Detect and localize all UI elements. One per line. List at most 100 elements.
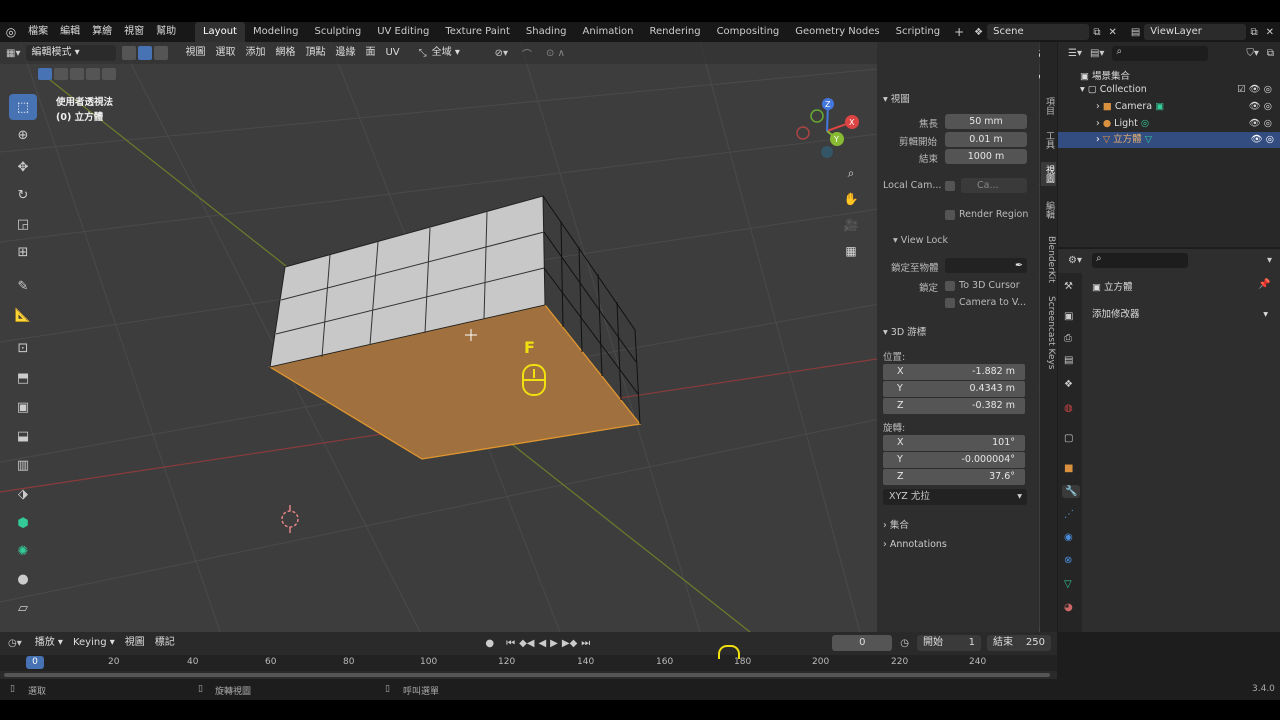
playhead-frame[interactable]: 0 [26,656,44,669]
properties-search-field[interactable]: ⌕ [1091,252,1188,268]
new-collection-icon[interactable]: ⧉ [1267,48,1280,59]
zoom-icon[interactable]: ⌕ [842,166,860,184]
menu-window[interactable]: 視窗 [118,22,150,42]
timeline-editor-icon[interactable]: ◷▾ [0,638,30,649]
delete-view-layer-icon[interactable]: ✕ [1262,27,1280,38]
modifier-tab-icon[interactable]: 🔧 [1062,485,1081,498]
tab-geometry-nodes[interactable]: Geometry Nodes [787,22,887,42]
menu-add[interactable]: 添加 [240,45,270,61]
pin-icon[interactable]: 📌 [1258,279,1270,290]
particles-tab-icon[interactable]: ⋰ [1064,509,1074,520]
clip-end-field[interactable]: 1000 m [945,149,1027,164]
physics-tab-icon[interactable]: ◉ [1064,532,1073,543]
view-layer-tab-icon[interactable]: ▤ [1064,355,1073,366]
tab-sculpting[interactable]: Sculpting [306,22,369,42]
menu-mesh[interactable]: 網格 [270,45,300,61]
output-tab-icon[interactable]: ⎙ [1064,333,1072,344]
timeline-ruler[interactable]: 0 20 40 60 80 100 120 140 160 180 200 22… [0,645,1057,671]
inset-tool[interactable]: ▣ [9,394,37,420]
editor-type-icon[interactable]: ▦▾ [0,48,26,59]
select-invert-icon[interactable] [86,68,100,80]
pan-icon[interactable]: ✋ [842,192,860,210]
menu-uv[interactable]: UV [380,45,404,61]
cursor-rotation-z[interactable]: Z 37.6° [883,469,1025,485]
tab-rendering[interactable]: Rendering [642,22,709,42]
cursor-rotation-x[interactable]: X 101° [883,435,1025,451]
view-layer-icon[interactable]: ▤ [1127,27,1144,38]
menu-render[interactable]: 算繪 [86,22,118,42]
vertex-select-icon[interactable] [122,46,137,60]
outliner-editor-icon[interactable]: ☰▾ [1068,48,1082,59]
move-tool[interactable]: ✥ [9,154,37,180]
tab-modeling[interactable]: Modeling [245,22,307,42]
bevel-tool[interactable]: ⬓ [9,423,37,449]
ortho-toggle-icon[interactable]: ▦ [842,244,860,262]
view-lock-header[interactable]: ▾ View Lock [893,235,948,246]
outliner-search-field[interactable]: ⌕ [1112,45,1209,61]
tab-texture-paint[interactable]: Texture Paint [437,22,518,42]
data-tab-icon[interactable]: ▽ [1064,579,1072,590]
scale-tool[interactable]: ◲ [9,211,37,237]
tab-scripting[interactable]: Scripting [888,22,948,42]
smooth-tool[interactable]: ● [9,566,37,592]
render-region-option[interactable]: Render Region [945,209,1028,220]
timeline-scrollbar[interactable] [4,673,1050,677]
scene-collection-row[interactable]: ▣ 場景集合 [1080,68,1130,82]
display-mode-icon[interactable]: ▤▾ [1090,48,1104,59]
menu-playback[interactable]: 播放 ▾ [30,635,68,651]
camera-view-icon[interactable]: 🎥 [842,218,860,236]
properties-editor-icon[interactable]: ⚙▾ [1068,255,1082,266]
local-camera-checkbox[interactable] [945,181,955,191]
poly-build-tool[interactable]: ⬢ [9,510,37,536]
collection-tab-icon[interactable]: ▢ [1064,433,1073,444]
play-icon[interactable]: ▶ [548,638,560,649]
camera-data-icon[interactable]: ▣ [1155,101,1164,112]
outliner-item-cube[interactable]: › ▽ 立方體 ▽ 👁 ◎ [1058,132,1280,148]
measure-tool[interactable]: 📐 [9,302,37,328]
loop-cut-tool[interactable]: ▥ [9,452,37,478]
proportional-edit-icon[interactable]: ⊙ ∧ [546,48,565,59]
tab-layout[interactable]: Layout [194,22,245,42]
outliner-item-light[interactable]: › ● Light ◎ 👁 ◎ [1096,118,1278,129]
menu-face[interactable]: 面 [360,45,380,61]
collections-section-header[interactable]: › 集合 [883,517,909,531]
material-tab-icon[interactable]: ◕ [1064,602,1073,613]
menu-help[interactable]: 幫助 [150,22,182,42]
render-tab-icon[interactable]: ▣ [1064,311,1073,322]
menu-file[interactable]: 檔案 [22,22,54,42]
jump-start-icon[interactable]: ⏮ [504,638,517,649]
start-frame-field[interactable]: 開始 1 [917,635,981,651]
jump-end-icon[interactable]: ⏭ [579,638,592,649]
knife-tool[interactable]: ⬗ [9,481,37,507]
lock-object-field[interactable]: ✒ [945,258,1027,273]
select-box-tool[interactable]: ⬚ [9,94,37,120]
outliner-item-camera[interactable]: › ■ Camera ▣ 👁 ◎ [1096,101,1278,112]
transform-orientation-select[interactable]: 全域 ▾ [427,45,489,61]
scene-tab-icon[interactable]: ❖ [1064,379,1073,390]
tab-item[interactable]: 項目 [1041,94,1056,118]
face-select-icon[interactable] [154,46,169,60]
new-scene-icon[interactable]: ⧉ [1089,27,1104,38]
menu-select[interactable]: 選取 [210,45,240,61]
object-tab-icon[interactable]: ■ [1064,463,1073,474]
rotate-tool[interactable]: ↻ [9,182,37,208]
tab-view[interactable]: 視圖 [1041,162,1056,186]
annotations-section-header[interactable]: › Annotations [883,539,947,550]
snap-icon[interactable]: ⌒ [522,46,532,61]
blender-logo-icon[interactable]: ◎ [0,25,22,39]
constraints-tab-icon[interactable]: ⊗ [1064,555,1072,566]
camera-to-view-option[interactable]: Camera to V... [945,297,1026,308]
clip-start-field[interactable]: 0.01 m [945,132,1027,147]
end-frame-field[interactable]: 結束 250 [987,635,1051,651]
menu-timeline-view[interactable]: 視圖 [120,635,150,651]
mesh-data-icon[interactable]: ▽ [1145,134,1152,145]
menu-edit[interactable]: 編輯 [54,22,86,42]
mode-select[interactable]: 編輯模式 ▾ [26,45,117,61]
cursor-rotation-y[interactable]: Y -0.000004° [883,452,1025,468]
local-camera-field[interactable]: Ca... [961,178,1027,193]
delete-scene-icon[interactable]: ✕ [1104,27,1120,38]
pivot-icon[interactable]: ⊘▾ [495,48,508,59]
menu-view[interactable]: 視圖 [180,45,210,61]
cursor-location-y[interactable]: Y 0.4343 m [883,381,1025,397]
jump-keyframe-back-icon[interactable]: ◆◀ [517,638,536,649]
